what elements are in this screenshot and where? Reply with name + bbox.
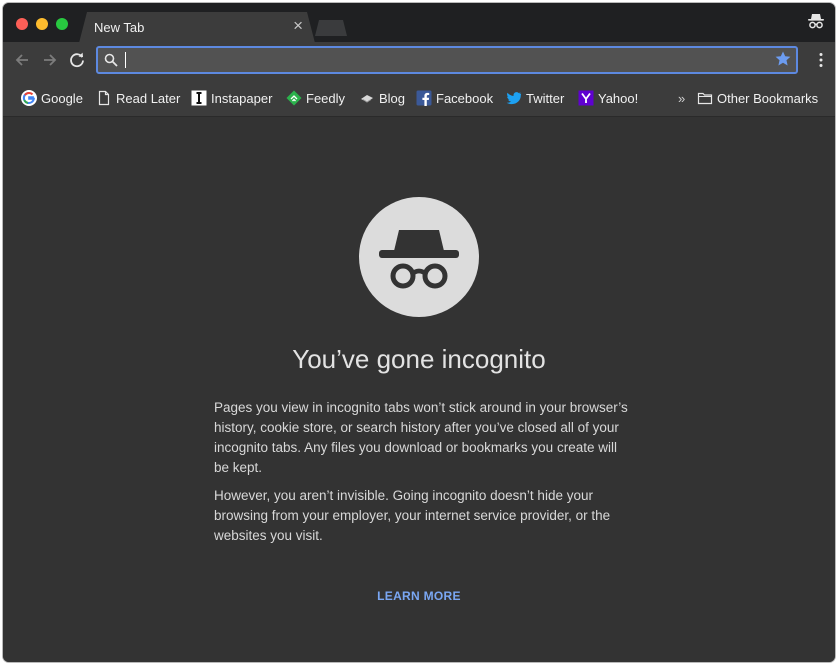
bookmark-label: Read Later [116, 90, 181, 106]
feedly-icon [286, 90, 302, 106]
bookmark-label: Feedly [306, 90, 346, 106]
incognito-icon [808, 14, 824, 29]
other-bookmarks-label: Other Bookmarks [717, 90, 819, 106]
toolbar [3, 42, 835, 78]
text-caret [125, 52, 126, 68]
bookmarks-overflow-button[interactable]: » [678, 91, 685, 106]
yahoo-icon [578, 90, 594, 106]
tab-strip: New Tab × [3, 3, 835, 43]
bookmark-label: Yahoo! [598, 90, 639, 106]
bookmark-label: Google [41, 90, 83, 106]
blog-icon [361, 95, 373, 103]
bookmark-label: Twitter [526, 90, 565, 106]
bookmark-feedly[interactable]: Feedly [286, 89, 345, 107]
reload-icon[interactable] [68, 51, 86, 69]
folder-icon [697, 92, 713, 105]
back-arrow-icon[interactable] [13, 51, 31, 69]
zoom-window-button[interactable] [56, 18, 68, 30]
bookmark-google[interactable]: Google [21, 89, 83, 107]
more-menu-icon[interactable] [818, 52, 824, 68]
instapaper-icon [191, 90, 207, 106]
google-icon [21, 90, 37, 106]
page-title: You’ve gone incognito [292, 344, 546, 374]
tab-title: New Tab [94, 20, 145, 35]
incognito-warning: However, you aren’t invisible. Going inc… [214, 488, 611, 543]
bookmark-blog[interactable]: Blog [359, 89, 405, 107]
new-tab-button[interactable] [315, 20, 347, 36]
bookmark-label: Blog [379, 90, 406, 106]
search-icon [104, 53, 118, 67]
bookmark-star-icon[interactable] [774, 50, 792, 68]
incognito-page: You’ve gone incognito Pages you view in … [3, 118, 835, 662]
bookmark-read-later[interactable]: Read Later [96, 89, 180, 107]
other-bookmarks[interactable]: Other Bookmarks [697, 89, 818, 107]
facebook-icon [416, 90, 432, 106]
bookmark-twitter[interactable]: Twitter [506, 89, 564, 107]
address-input[interactable] [122, 50, 762, 70]
page-icon [98, 90, 110, 106]
incognito-explanation: Pages you view in incognito tabs won’t s… [214, 400, 628, 475]
bookmark-label: Instapaper [211, 90, 273, 106]
address-bar[interactable] [96, 46, 798, 74]
incognito-icon [359, 197, 479, 317]
bookmarks-bar: Google Read Later Instapaper Feedly Blog… [3, 78, 835, 117]
forward-arrow-icon[interactable] [41, 51, 59, 69]
close-window-button[interactable] [16, 18, 28, 30]
tab-new-tab[interactable]: New Tab × [79, 12, 315, 43]
bookmark-facebook[interactable]: Facebook [416, 89, 493, 107]
tab-close-button[interactable]: × [293, 17, 303, 35]
bookmark-yahoo[interactable]: Yahoo! [578, 89, 638, 107]
twitter-icon [506, 92, 522, 105]
bookmark-label: Facebook [436, 90, 494, 106]
bookmark-instapaper[interactable]: Instapaper [191, 89, 272, 107]
minimize-window-button[interactable] [36, 18, 48, 30]
learn-more-link[interactable]: LEARN MORE [3, 589, 835, 603]
browser-window: New Tab × Google Read Later Instapaper F… [3, 3, 835, 662]
